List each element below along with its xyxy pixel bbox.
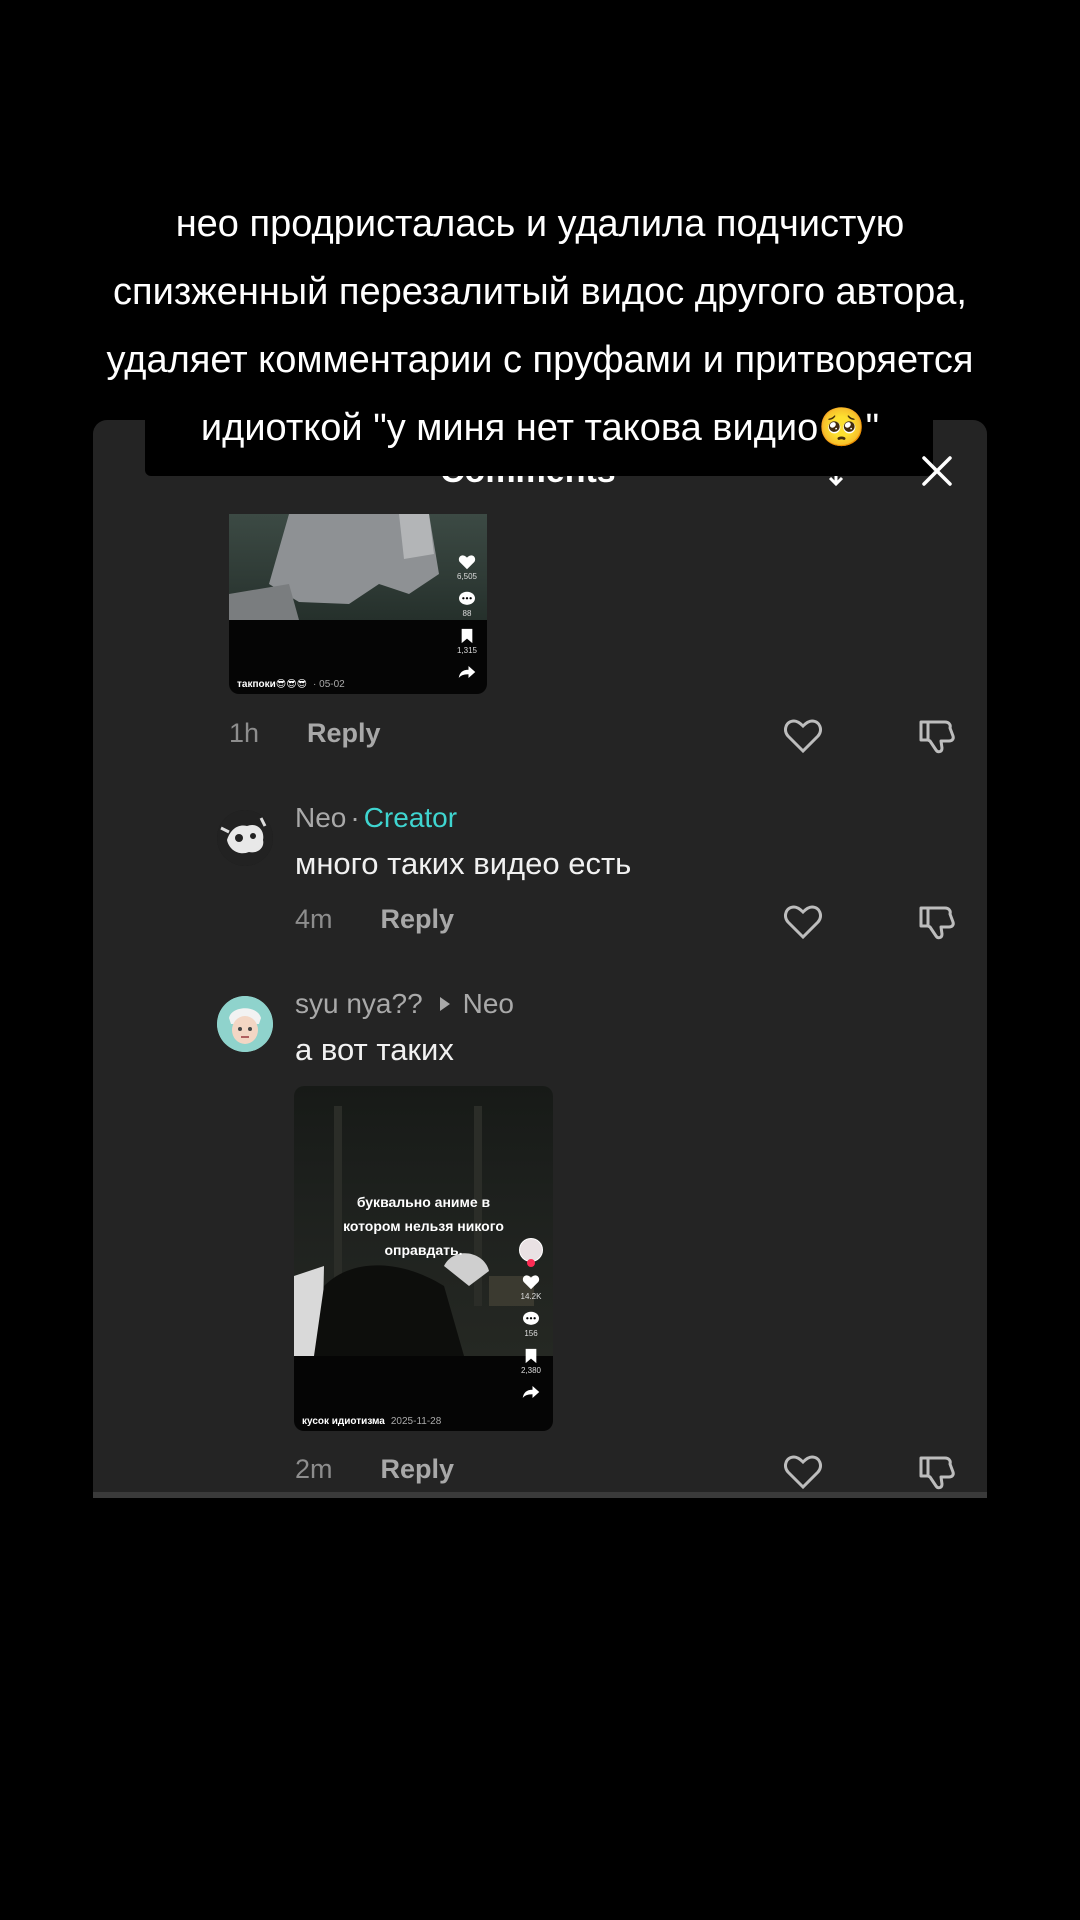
comment-count: 156 [524,1329,538,1338]
video-thumbnail[interactable]: 6,505 88 1,315 такпоки😎😎😎 · 05-02 [229,514,487,694]
thumbnail-caption: кусок идиотизма 2025-11-28 [302,1416,442,1427]
thumbs-down-icon [919,720,955,754]
like-button[interactable] [779,1448,827,1496]
dislike-button[interactable] [913,712,961,760]
thumbnail-overlay-text: буквально аниме в котором нельзя никого … [343,1194,504,1258]
reply-arrow-icon [439,997,450,1011]
comment-icon [458,591,475,605]
video-thumbnail[interactable]: буквально аниме в котором нельзя никого … [294,1086,553,1431]
dislike-button[interactable] [913,1448,961,1496]
comment-time: 2m [295,1454,333,1484]
creator-avatar-mini [519,1238,543,1267]
share-icon [458,666,476,678]
reply-button[interactable]: Reply [381,1454,455,1485]
comment-meta: 2m Reply [295,1454,454,1485]
heart-icon [522,1275,540,1290]
panel-divider [93,1492,987,1498]
bookmark-count: 2,380 [520,1366,542,1375]
comment-meta: 1h Reply [229,718,381,749]
bookmark-icon [525,1348,537,1364]
caption-line: спизженный перезалитый видос другого авт… [113,271,967,313]
comment-text: а вот таких [295,1032,454,1067]
close-button[interactable] [912,446,962,496]
reply-to-username[interactable]: Neo [463,988,514,1020]
like-button[interactable] [779,712,827,760]
heart-outline-icon [784,719,822,754]
avatar[interactable] [217,810,273,866]
caption-line: идиоткой "у миня нет такова видио🥺" [200,407,880,449]
thumbnail-caption: такпоки😎😎😎 · 05-02 [237,679,345,690]
creator-badge: Creator [363,802,458,833]
heart-outline-icon [784,905,822,940]
thumbs-down-icon [919,1456,955,1490]
comment-text: много таких видео есть [295,846,632,881]
bookmark-count: 1,315 [456,646,477,655]
comment-count: 88 [462,609,472,618]
comment-username[interactable]: syu nya?? Neo [295,988,514,1020]
bookmark-icon [461,628,473,644]
thumbs-down-icon [919,906,955,940]
avatar[interactable] [217,996,273,1052]
reply-button[interactable]: Reply [307,718,381,749]
comment-icon [523,1311,539,1325]
comment-meta: 4m Reply [295,904,454,935]
dislike-button[interactable] [913,898,961,946]
video-caption: нео продристалась и удалила подчистую сп… [60,190,1020,462]
comment-time: 4m [295,904,333,934]
reply-button[interactable]: Reply [381,904,455,935]
like-count: 6,505 [456,572,477,581]
like-count: 14.2K [520,1292,542,1301]
close-icon [922,456,952,486]
comment-username[interactable]: Neo · Creator [295,802,457,834]
caption-line: удаляет комментарии с пруфами и притворя… [106,339,974,381]
share-icon [522,1386,540,1398]
like-button[interactable] [779,898,827,946]
comment-time: 1h [229,718,260,748]
heart-outline-icon [784,1455,822,1490]
heart-icon [458,555,476,570]
caption-line: нео продристалась и удалила подчистую [175,203,905,245]
